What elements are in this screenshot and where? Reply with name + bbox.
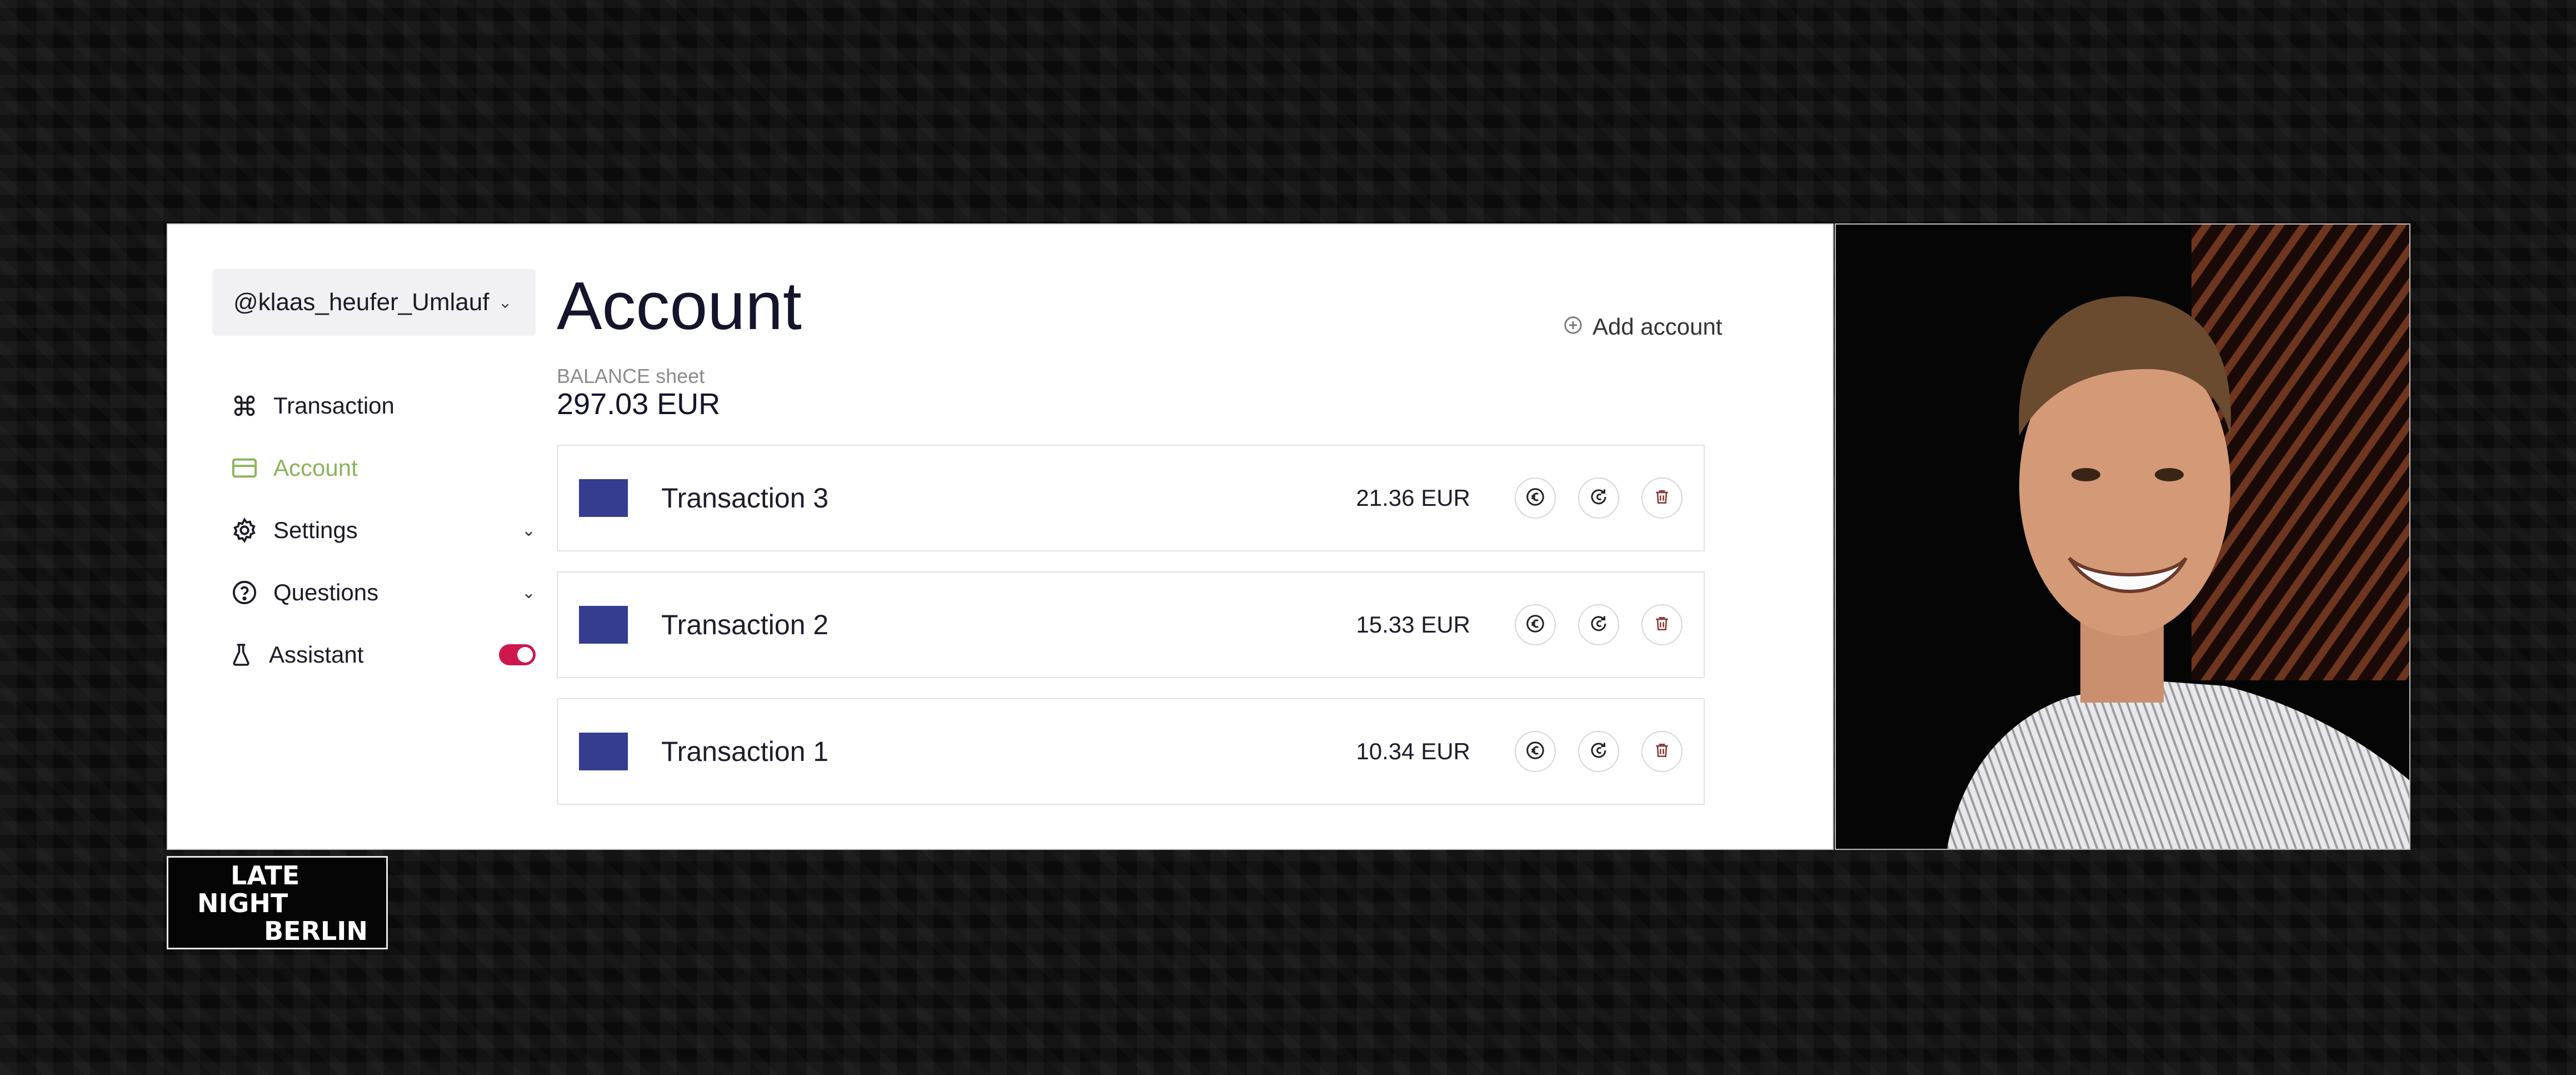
transaction-name: Transaction 3: [661, 482, 829, 514]
user-handle: @klaas_heufer_Umlauf: [233, 288, 490, 316]
sidebar-item-label: Transaction: [273, 392, 395, 419]
gear-icon: [230, 516, 259, 545]
currency-button[interactable]: [1515, 731, 1556, 772]
sidebar-item-label: Settings: [273, 517, 358, 543]
transaction-swatch: [579, 479, 628, 517]
plus-circle-icon: [1564, 313, 1582, 340]
trash-icon: [1653, 741, 1671, 762]
euro-icon: [1525, 614, 1545, 636]
late-night-berlin-logo: LATE NIGHT BERLIN: [197, 860, 368, 946]
sidebar-item-questions[interactable]: Questions ⌄: [230, 561, 536, 624]
delete-button[interactable]: [1641, 604, 1683, 645]
sidebar-nav: Transaction Account Settings ⌄ Questions…: [230, 375, 536, 686]
help-circle-icon: [230, 578, 259, 607]
refresh-euro-icon: [1589, 487, 1609, 510]
refund-button[interactable]: [1578, 477, 1619, 519]
trash-icon: [1653, 488, 1671, 509]
sidebar-item-transaction[interactable]: Transaction: [230, 375, 536, 437]
transaction-swatch: [579, 733, 628, 770]
transaction-row[interactable]: Transaction 3 21.36 EUR: [557, 445, 1705, 551]
currency-button[interactable]: [1515, 477, 1556, 519]
card-icon: [230, 454, 259, 482]
transaction-amount: 15.33 EUR: [1356, 611, 1470, 638]
transaction-name: Transaction 1: [661, 736, 829, 767]
transaction-swatch: [579, 606, 628, 644]
page-title: Account: [557, 268, 802, 344]
flask-icon: [230, 640, 252, 669]
trash-icon: [1653, 615, 1671, 635]
logo-line-2: NIGHT: [197, 888, 288, 918]
logo-line-3: BERLIN: [264, 916, 368, 946]
transaction-name: Transaction 2: [661, 609, 829, 640]
delete-button[interactable]: [1641, 477, 1683, 519]
euro-icon: [1525, 740, 1545, 763]
euro-icon: [1525, 487, 1545, 510]
transaction-actions: [1515, 731, 1683, 772]
transaction-row[interactable]: Transaction 2 15.33 EUR: [557, 571, 1705, 678]
transaction-amount: 21.36 EUR: [1356, 485, 1470, 511]
sidebar-item-account[interactable]: Account: [230, 437, 536, 499]
sidebar-item-settings[interactable]: Settings ⌄: [230, 499, 536, 561]
sidebar-item-label: Questions: [273, 579, 379, 605]
app-panel: @klaas_heufer_Umlauf ⌄ Transaction Accou…: [167, 223, 1834, 850]
webcam-video-feed: [1835, 223, 2410, 850]
assistant-toggle[interactable]: [499, 644, 536, 665]
add-account-label: Add account: [1592, 313, 1723, 340]
delete-button[interactable]: [1641, 731, 1683, 772]
chevron-down-icon: ⌄: [498, 293, 512, 312]
chevron-down-icon: ⌄: [521, 583, 536, 602]
toggle-knob: [517, 647, 533, 663]
user-account-select[interactable]: @klaas_heufer_Umlauf ⌄: [212, 269, 536, 336]
refund-button[interactable]: [1578, 604, 1619, 645]
logo-line-1: LATE: [231, 860, 299, 890]
transaction-amount: 10.34 EUR: [1356, 738, 1470, 764]
transaction-actions: [1515, 477, 1683, 519]
refund-button[interactable]: [1578, 731, 1619, 772]
refresh-euro-icon: [1589, 740, 1609, 763]
chevron-down-icon: ⌄: [521, 521, 536, 540]
currency-button[interactable]: [1515, 604, 1556, 645]
sidebar-item-assistant[interactable]: Assistant: [230, 624, 536, 686]
transaction-row[interactable]: Transaction 1 10.34 EUR: [557, 698, 1705, 805]
balance-label: BALANCE sheet: [557, 365, 705, 387]
show-logo: LATE NIGHT BERLIN: [167, 856, 388, 949]
sidebar-item-label: Account: [273, 455, 358, 481]
command-icon: [230, 391, 259, 420]
sidebar-item-label: Assistant: [269, 641, 364, 668]
balance-value: 297.03 EUR: [557, 387, 721, 421]
add-account-button[interactable]: Add account: [1564, 313, 1723, 340]
transaction-list: Transaction 3 21.36 EUR Transaction 2 15…: [557, 445, 1705, 825]
refresh-euro-icon: [1589, 614, 1609, 636]
transaction-actions: [1515, 604, 1683, 645]
presenter-video-image: [1836, 225, 2409, 849]
